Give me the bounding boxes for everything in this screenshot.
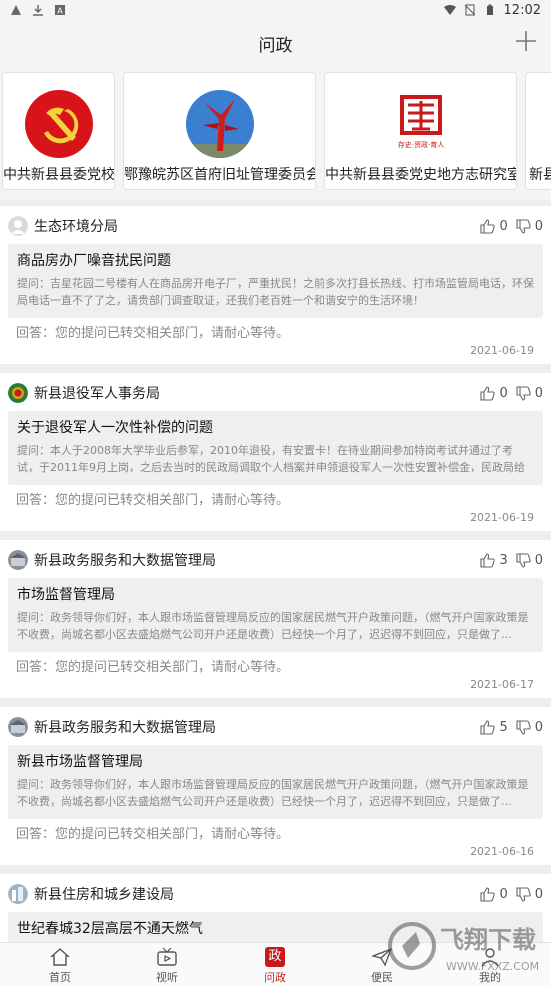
watermark-subtext: WWW.FXXZ.COM (446, 960, 539, 973)
tab-label: 视听 (156, 971, 178, 984)
like-count: 0 (499, 385, 508, 401)
post-date: 2021-06-17 (470, 678, 534, 691)
question-card[interactable]: 生态环境分局 0 0 商品房办厂噪音扰民问题 提问：吉星花园二号楼有人在商品房开… (0, 206, 551, 364)
app-header: 问政 (0, 20, 551, 66)
like-count: 3 (499, 552, 508, 568)
dislike-count: 0 (534, 552, 543, 568)
svg-text:A: A (57, 7, 63, 16)
zheng-badge-icon: 政 (265, 947, 285, 967)
org-name: 中共新县县委党校 (3, 167, 115, 183)
question-title[interactable]: 新县市场监督管理局 (17, 751, 534, 773)
tab-home[interactable]: 首页 (30, 947, 90, 986)
org-card-party-school[interactable]: 中共新县县委党校 (2, 72, 115, 190)
question-body: 提问：本人于2008年大学毕业后参军，2010年退役，有安置卡！在待业期间参加特… (17, 444, 525, 474)
thumbs-down-icon[interactable] (516, 385, 531, 401)
question-title[interactable]: 商品房办厂噪音扰民问题 (17, 250, 534, 272)
page-title: 问政 (258, 35, 293, 56)
tv-icon (157, 947, 177, 966)
home-icon (50, 948, 70, 966)
thumbs-up-icon[interactable] (480, 552, 496, 568)
org-name: 新县 (529, 167, 551, 183)
status-bar: A 12:02 (0, 0, 551, 20)
question-title[interactable]: 关于退役军人一次性补偿的问题 (17, 417, 534, 439)
dislike-count: 0 (534, 886, 543, 902)
department-avatar (8, 884, 28, 904)
dislike-count: 0 (534, 719, 543, 735)
watermark-logo: 飞翔下载 WWW.FXXZ.COM (388, 922, 539, 973)
question-body: 提问：吉星花园二号楼有人在商品房开电子厂，严重扰民！之前多次打县长热线、打市场监… (17, 277, 534, 307)
post-date: 2021-06-19 (470, 344, 534, 357)
org-card-partial[interactable]: 新县 (525, 72, 551, 190)
answer-text: 回答：您的提问已转交相关部门，请耐心等待。 (16, 493, 290, 508)
status-time: 12:02 (503, 2, 541, 18)
question-card[interactable]: 新县政务服务和大数据管理局 3 0 市场监督管理局 提问：政务领导你们好，本人跟… (0, 540, 551, 698)
answer-text: 回答：您的提问已转交相关部门，请耐心等待。 (16, 660, 290, 675)
department-name: 新县退役军人事务局 (34, 386, 160, 402)
question-card[interactable]: 新县政务服务和大数据管理局 5 0 新县市场监督管理局 提问：政务领导你们好，本… (0, 707, 551, 865)
department-name: 生态环境分局 (34, 219, 118, 235)
thumbs-down-icon[interactable] (516, 218, 531, 234)
org-name: 鄂豫皖苏区首府旧址管理委员会 (124, 167, 316, 183)
department-avatar (8, 550, 28, 570)
party-emblem-icon (24, 90, 93, 158)
question-title[interactable]: 市场监督管理局 (17, 584, 534, 606)
wifi-icon (443, 5, 456, 15)
answer-text: 回答：您的提问已转交相关部门，请耐心等待。 (16, 827, 290, 842)
post-date: 2021-06-19 (470, 511, 534, 524)
download-icon (33, 5, 43, 16)
thumbs-up-icon[interactable] (480, 385, 496, 401)
question-box[interactable]: 新县市场监督管理局 提问：政务领导你们好，本人跟市场监督管理局反应的国家居民燃气… (8, 745, 543, 819)
red-seal-icon: 存史·资政·育人 (397, 95, 444, 149)
question-box[interactable]: 市场监督管理局 提问：政务领导你们好，本人跟市场监督管理局反应的国家居民燃气开户… (8, 578, 543, 652)
question-body: 提问：政务领导你们好，本人跟市场监督管理局反应的国家居民燃气开户政策问题，（燃气… (17, 778, 529, 808)
organization-carousel[interactable]: 中共新县县委党校 鄂豫皖苏区首府旧址管理委员会 存史·资政·育人 中共新县县委党… (0, 66, 551, 200)
seal-caption: 存史·资政·育人 (397, 140, 443, 149)
like-count: 5 (499, 719, 508, 735)
department-avatar (8, 717, 28, 737)
post-date: 2021-06-16 (470, 845, 534, 858)
question-box[interactable]: 商品房办厂噪音扰民问题 提问：吉星花园二号楼有人在商品房开电子厂，严重扰民！之前… (8, 244, 543, 318)
battery-icon (486, 4, 493, 15)
tab-media[interactable]: 视听 (137, 947, 197, 986)
answer-text: 回答：您的提问已转交相关部门，请耐心等待。 (16, 326, 290, 341)
tab-label: 问政 (264, 971, 286, 984)
notification-icon (11, 5, 21, 15)
thumbs-up-icon[interactable] (480, 886, 496, 902)
department-name: 新县政务服务和大数据管理局 (34, 720, 216, 736)
dislike-count: 0 (534, 385, 543, 401)
watermark-text: 飞翔下载 (440, 926, 536, 954)
thumbs-down-icon[interactable] (516, 886, 531, 902)
department-avatar (8, 383, 28, 403)
department-name: 新县住房和城乡建设局 (34, 887, 174, 903)
org-card-history-office[interactable]: 存史·资政·育人 中共新县县委党史地方志研究室 (324, 72, 517, 190)
tab-wenzheng[interactable]: 政 问政 (245, 947, 305, 986)
question-box[interactable]: 关于退役军人一次性补偿的问题 提问：本人于2008年大学毕业后参军，2010年退… (8, 411, 543, 485)
department-avatar (8, 216, 28, 236)
org-name: 中共新县县委党史地方志研究室 (325, 167, 517, 183)
question-card[interactable]: 新县退役军人事务局 0 0 关于退役军人一次性补偿的问题 提问：本人于2008年… (0, 373, 551, 531)
add-icon[interactable] (513, 28, 539, 54)
question-feed[interactable]: 生态环境分局 0 0 商品房办厂噪音扰民问题 提问：吉星花园二号楼有人在商品房开… (0, 200, 551, 942)
thumbs-down-icon[interactable] (516, 719, 531, 735)
like-count: 0 (499, 886, 508, 902)
like-count: 0 (499, 218, 508, 234)
question-body: 提问：政务领导你们好，本人跟市场监督管理局反应的国家居民燃气开户政策问题，（燃气… (17, 611, 529, 641)
dislike-count: 0 (534, 218, 543, 234)
org-card-soviet-site[interactable]: 鄂豫皖苏区首府旧址管理委员会 (123, 72, 316, 190)
thumbs-down-icon[interactable] (516, 552, 531, 568)
tab-label: 首页 (49, 971, 71, 984)
red-monument-icon (185, 90, 254, 158)
thumbs-up-icon[interactable] (480, 218, 496, 234)
department-name: 新县政务服务和大数据管理局 (34, 553, 216, 569)
no-sim-icon (464, 4, 475, 16)
thumbs-up-icon[interactable] (480, 719, 496, 735)
app-a-icon: A (55, 5, 65, 16)
